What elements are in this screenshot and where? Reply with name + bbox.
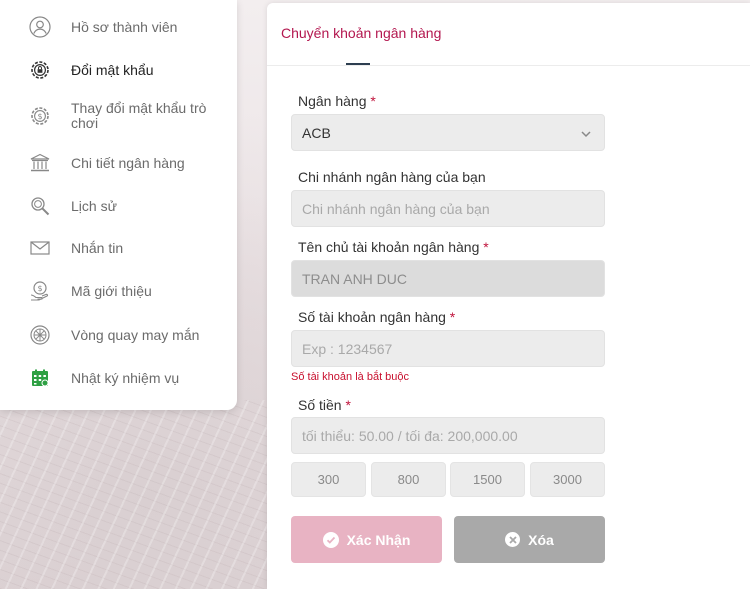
sidebar-item-referral[interactable]: $ Mã giới thiệu — [0, 279, 237, 303]
chevron-down-icon — [580, 127, 592, 139]
background-stadium-texture — [0, 400, 268, 589]
bank-label: Ngân hàng * — [298, 93, 376, 109]
quick-amount-button[interactable]: 300 — [291, 462, 366, 497]
sidebar-item-label: Thay đổi mật khẩu trò chơi — [71, 100, 207, 131]
account-sidebar: Hồ sơ thành viên Đổi mật khẩu $ Thay đổi… — [0, 0, 237, 410]
sidebar-item-label: Mã giới thiệu — [71, 282, 152, 299]
account-number-input[interactable] — [291, 330, 605, 367]
branch-input[interactable] — [291, 190, 605, 227]
calendar-icon — [28, 366, 52, 390]
bank-select-value: ACB — [302, 124, 331, 141]
sidebar-item-game-password[interactable]: $ Thay đổi mật khẩu trò chơi — [0, 100, 237, 132]
referral-icon: $ — [28, 279, 52, 303]
bank-transfer-panel: Chuyển khoản ngân hàng Ngân hàng * ACB C… — [267, 3, 750, 589]
sidebar-item-label: Hồ sơ thành viên — [71, 18, 178, 35]
quick-amount-button[interactable]: 800 — [371, 462, 446, 497]
check-icon — [322, 531, 339, 548]
svg-text:$: $ — [37, 112, 42, 121]
sidebar-item-history[interactable]: Lịch sử — [0, 194, 237, 218]
sidebar-item-profile[interactable]: Hồ sơ thành viên — [0, 15, 237, 39]
confirm-button-label: Xác Nhận — [346, 531, 411, 548]
dollar-gear-icon: $ — [28, 104, 52, 128]
amount-label: Số tiền * — [298, 397, 351, 413]
amount-input[interactable] — [291, 417, 605, 454]
clear-button-label: Xóa — [528, 531, 554, 548]
close-icon — [505, 532, 521, 547]
account-number-label: Số tài khoản ngân hàng * — [298, 309, 456, 325]
user-icon — [28, 15, 52, 39]
envelope-icon — [28, 236, 52, 260]
sidebar-item-label: Lịch sử — [71, 197, 117, 214]
sidebar-item-messages[interactable]: Nhắn tin — [0, 236, 237, 260]
required-mark: * — [483, 239, 489, 255]
required-mark: * — [345, 397, 351, 413]
lock-gear-icon — [28, 58, 52, 82]
quick-amount-button[interactable]: 3000 — [530, 462, 605, 497]
account-number-error: Số tài khoản là bắt buộc — [291, 371, 410, 383]
account-holder-input — [291, 260, 605, 297]
search-history-icon — [28, 194, 52, 218]
sidebar-item-label: Đổi mật khẩu — [71, 61, 154, 78]
sidebar-item-mission-log[interactable]: Nhật ký nhiệm vụ — [0, 366, 237, 390]
clear-button[interactable]: Xóa — [454, 516, 605, 563]
sidebar-item-label: Chi tiết ngân hàng — [71, 154, 185, 171]
bank-icon — [28, 151, 52, 175]
svg-text:$: $ — [37, 284, 42, 293]
tab-divider — [267, 65, 750, 66]
sidebar-item-bank-details[interactable]: Chi tiết ngân hàng — [0, 151, 237, 175]
account-holder-label: Tên chủ tài khoản ngân hàng * — [298, 239, 489, 255]
sidebar-item-change-password[interactable]: Đổi mật khẩu — [0, 58, 237, 82]
tab-bank-transfer[interactable]: Chuyển khoản ngân hàng — [281, 25, 441, 41]
quick-amount-button[interactable]: 1500 — [450, 462, 525, 497]
branch-label: Chi nhánh ngân hàng của bạn — [298, 169, 486, 185]
sidebar-item-lucky-wheel[interactable]: Vòng quay may mắn — [0, 323, 237, 347]
sidebar-item-label: Nhắn tin — [71, 239, 124, 256]
wheel-icon — [28, 323, 52, 347]
required-mark: * — [449, 309, 456, 325]
sidebar-item-label: Vòng quay may mắn — [71, 326, 200, 343]
confirm-button[interactable]: Xác Nhận — [291, 516, 442, 563]
sidebar-item-label: Nhật ký nhiệm vụ — [71, 369, 180, 386]
bank-select[interactable]: ACB — [291, 114, 605, 151]
required-mark: * — [370, 93, 376, 109]
